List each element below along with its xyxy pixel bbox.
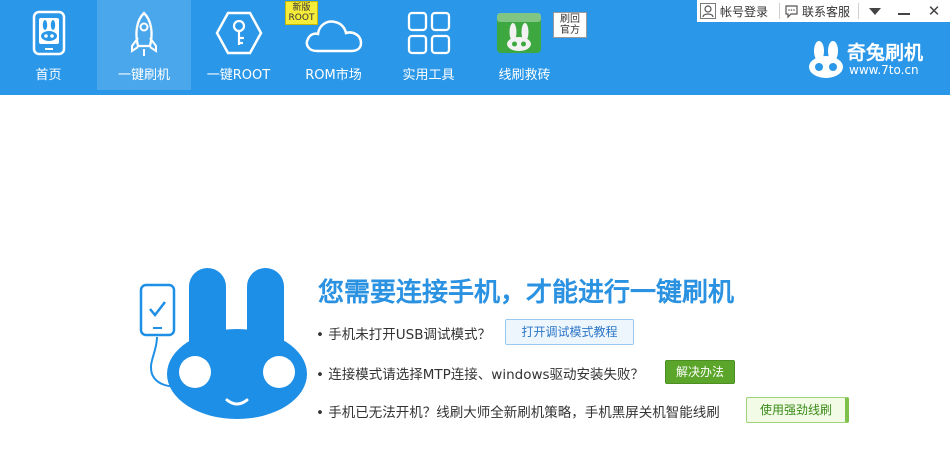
solution-button[interactable]: 解决办法 — [665, 360, 735, 384]
brand-logo-icon — [806, 40, 846, 84]
top-nav-bar: 首页 一键刷机 一键ROOT ROM市场 新版ROOT 实用工具 线刷救砖 刷回… — [0, 0, 950, 95]
mtp-driver-tip: • 连接模式请选择MTP连接、windows驱动安装失败？ — [316, 367, 645, 383]
connect-phone-headline: 您需要连接手机，才能进行一键刷机 — [318, 278, 735, 308]
bunny-mascot-icon — [165, 266, 315, 425]
nav-rom-market-label: ROM市场 — [305, 68, 362, 83]
contact-support-link[interactable]: 联系客服 — [784, 0, 850, 22]
brand-url: www.7to.cn — [849, 63, 919, 77]
brand-name: 奇兔刷机 — [847, 42, 924, 64]
nav-tools-label: 实用工具 — [402, 68, 455, 83]
nav-one-click-flash[interactable]: 一键刷机 — [97, 0, 191, 90]
close-button[interactable]: ✕ — [920, 0, 948, 22]
nav-home[interactable]: 首页 — [0, 0, 97, 90]
login-label: 帐号登录 — [720, 4, 769, 19]
chat-bubble-icon — [784, 4, 799, 19]
bunny-usb-icon — [495, 10, 543, 60]
separator — [779, 3, 780, 19]
minimize-button[interactable] — [892, 0, 916, 22]
rocket-icon — [127, 10, 161, 62]
close-icon: ✕ — [927, 2, 941, 20]
phone-bunny-icon — [31, 10, 67, 60]
chevron-down-icon — [869, 7, 881, 15]
nav-one-click-flash-label: 一键刷机 — [117, 68, 170, 83]
minimize-icon — [898, 13, 910, 15]
restore-official-badge: 刷回官方 — [553, 12, 587, 38]
nav-home-label: 首页 — [35, 68, 62, 83]
nav-tools[interactable]: 实用工具 — [381, 0, 476, 90]
grid-icon — [406, 10, 452, 60]
contact-support-label: 联系客服 — [802, 4, 851, 19]
usb-debug-tip: • 手机未打开USB调试模式？ — [316, 327, 491, 343]
nav-line-flash-rescue-label: 线刷救砖 — [498, 68, 551, 83]
nav-one-click-root-label: 一键ROOT — [206, 68, 271, 83]
new-version-root-badge: 新版ROOT — [285, 1, 318, 25]
cannot-boot-tip: • 手机已无法开机？线刷大师全新刷机策略，手机黑屏关机智能线刷 — [316, 405, 720, 421]
login-link[interactable]: 帐号登录 — [700, 0, 768, 22]
debug-mode-tutorial-button[interactable]: 打开调试模式教程 — [505, 319, 634, 345]
separator — [858, 3, 859, 19]
user-icon — [700, 3, 716, 19]
key-hexagon-icon — [215, 10, 263, 60]
nav-one-click-root[interactable]: 一键ROOT — [191, 0, 286, 90]
menu-dropdown-button[interactable] — [862, 0, 888, 22]
use-line-flash-button[interactable]: 使用强劲线刷 — [746, 397, 849, 423]
